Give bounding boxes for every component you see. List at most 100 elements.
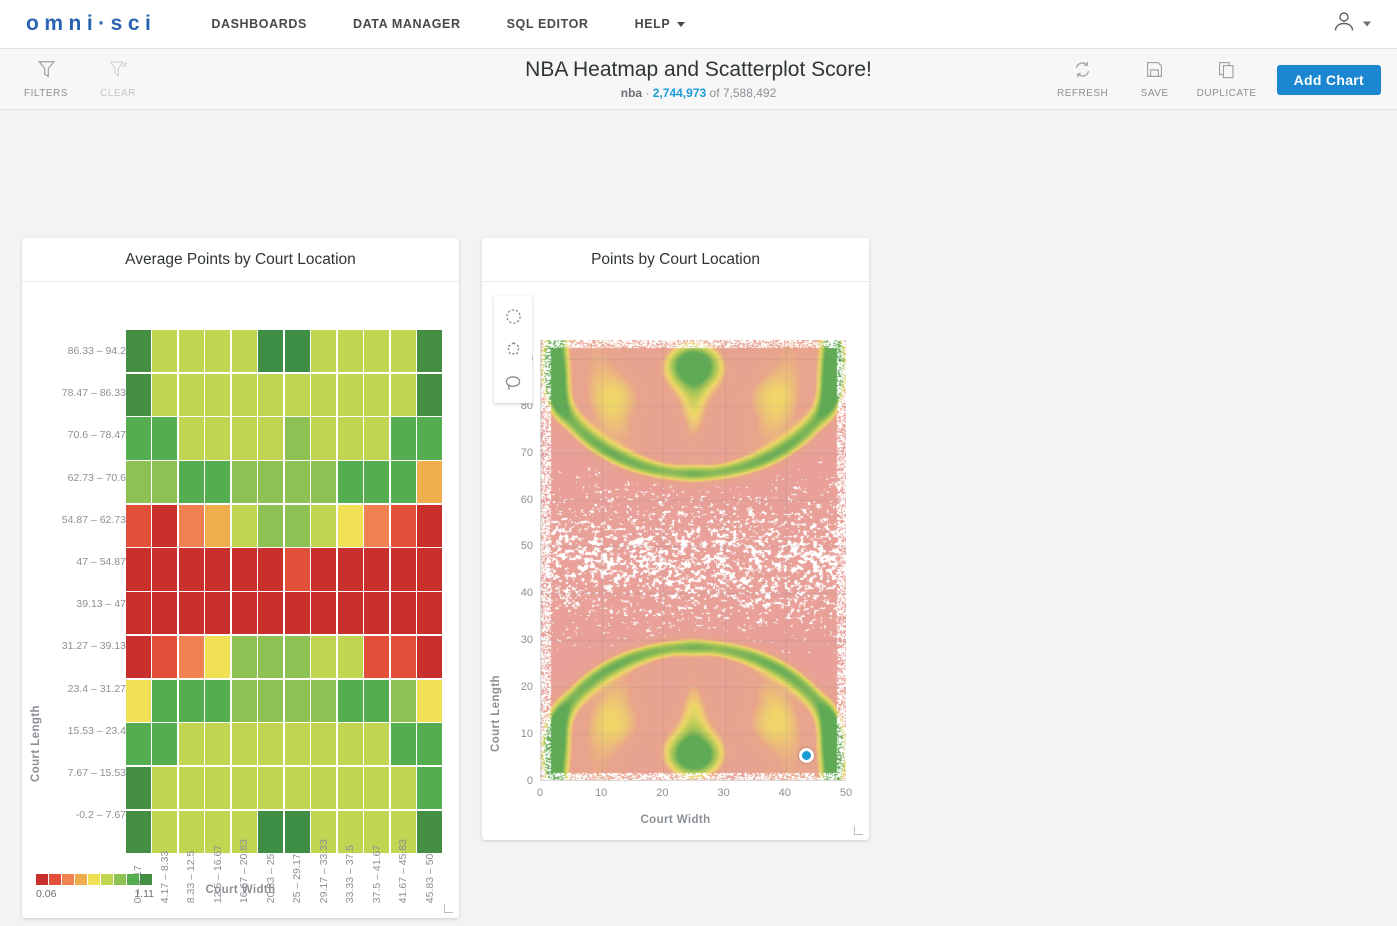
heatmap-cell[interactable] [126, 592, 151, 635]
heatmap-cell[interactable] [284, 373, 310, 416]
heatmap-cell[interactable] [126, 548, 151, 591]
heatmap-plot-area[interactable]: Court Length 86.33 – 94.2 78.47 – 86.33 70… [22, 282, 459, 903]
heatmap-cell[interactable] [178, 461, 204, 504]
heatmap-cell-grid[interactable] [126, 330, 442, 853]
heatmap-cell[interactable] [205, 417, 231, 460]
heatmap-cell[interactable] [390, 723, 416, 766]
heatmap-cell[interactable] [126, 417, 151, 460]
heatmap-cell[interactable] [152, 766, 178, 810]
heatmap-cell[interactable] [152, 548, 178, 591]
heatmap-cell[interactable] [390, 592, 416, 635]
heatmap-cell[interactable] [417, 592, 442, 635]
heatmap-cell[interactable] [178, 592, 204, 635]
heatmap-cell[interactable] [205, 504, 231, 547]
heatmap-cell[interactable] [231, 461, 257, 504]
heatmap-cell[interactable] [284, 461, 310, 504]
heatmap-cell[interactable] [231, 635, 257, 678]
heatmap-cell[interactable] [205, 373, 231, 416]
heatmap-cell[interactable] [337, 330, 363, 373]
lasso-select-icon[interactable] [494, 366, 532, 399]
heatmap-cell[interactable] [126, 679, 151, 722]
heatmap-cell[interactable] [417, 373, 442, 416]
heatmap-cell[interactable] [284, 723, 310, 766]
heatmap-cell[interactable] [178, 679, 204, 722]
heatmap-cell[interactable] [258, 723, 284, 766]
heatmap-cell[interactable] [258, 635, 284, 678]
heatmap-cell[interactable] [178, 373, 204, 416]
heatmap-cell[interactable] [337, 504, 363, 547]
heatmap-cell[interactable] [337, 461, 363, 504]
heatmap-cell[interactable] [152, 461, 178, 504]
heatmap-cell[interactable] [178, 766, 204, 810]
heatmap-cell[interactable] [152, 679, 178, 722]
heatmap-cell[interactable] [258, 504, 284, 547]
heatmap-cell[interactable] [417, 417, 442, 460]
heatmap-cell[interactable] [231, 548, 257, 591]
heatmap-cell[interactable] [364, 461, 390, 504]
heatmap-cell[interactable] [205, 766, 231, 810]
heatmap-cell[interactable] [231, 592, 257, 635]
heatmap-cell[interactable] [152, 417, 178, 460]
heatmap-cell[interactable] [152, 504, 178, 547]
heatmap-cell[interactable] [258, 461, 284, 504]
nav-item-dashboards[interactable]: DASHBOARDS [211, 17, 307, 31]
heatmap-cell[interactable] [364, 766, 390, 810]
filters-button[interactable]: FILTERS [10, 49, 82, 110]
heatmap-cell[interactable] [311, 548, 337, 591]
heatmap-cell[interactable] [311, 679, 337, 722]
heatmap-cell[interactable] [178, 723, 204, 766]
user-menu[interactable] [1332, 10, 1371, 39]
save-button[interactable]: SAVE [1119, 49, 1191, 110]
heatmap-cell[interactable] [178, 548, 204, 591]
heatmap-cell[interactable] [390, 548, 416, 591]
heatmap-cell[interactable] [258, 548, 284, 591]
heatmap-cell[interactable] [284, 635, 310, 678]
heatmap-cell[interactable] [231, 330, 257, 373]
heatmap-cell[interactable] [178, 504, 204, 547]
heatmap-cell[interactable] [258, 592, 284, 635]
heatmap-cell[interactable] [284, 592, 310, 635]
heatmap-cell[interactable] [390, 766, 416, 810]
heatmap-resize-handle[interactable] [444, 904, 453, 913]
heatmap-cell[interactable] [364, 417, 390, 460]
heatmap-cell[interactable] [311, 461, 337, 504]
heatmap-cell[interactable] [337, 679, 363, 722]
heatmap-cell[interactable] [417, 766, 442, 810]
heatmap-cell[interactable] [311, 417, 337, 460]
heatmap-cell[interactable] [417, 548, 442, 591]
heatmap-cell[interactable] [205, 592, 231, 635]
nav-item-help[interactable]: HELP [635, 17, 686, 31]
heatmap-cell[interactable] [417, 461, 442, 504]
heatmap-cell[interactable] [390, 330, 416, 373]
scatter-density-canvas[interactable] [540, 340, 846, 781]
scatter-resize-handle[interactable] [854, 826, 863, 835]
heatmap-cell[interactable] [178, 330, 204, 373]
heatmap-cell[interactable] [284, 504, 310, 547]
heatmap-cell[interactable] [390, 373, 416, 416]
heatmap-cell[interactable] [258, 330, 284, 373]
heatmap-cell[interactable] [337, 373, 363, 416]
heatmap-cell[interactable] [231, 417, 257, 460]
heatmap-cell[interactable] [337, 548, 363, 591]
heatmap-cell[interactable] [258, 679, 284, 722]
heatmap-cell[interactable] [364, 373, 390, 416]
heatmap-cell[interactable] [231, 373, 257, 416]
heatmap-cell[interactable] [284, 766, 310, 810]
heatmap-cell[interactable] [364, 723, 390, 766]
heatmap-cell[interactable] [152, 373, 178, 416]
heatmap-cell[interactable] [417, 679, 442, 722]
refresh-button[interactable]: REFRESH [1047, 49, 1119, 110]
heatmap-cell[interactable] [258, 766, 284, 810]
heatmap-cell[interactable] [337, 417, 363, 460]
heatmap-cell[interactable] [311, 723, 337, 766]
heatmap-cell[interactable] [231, 723, 257, 766]
heatmap-cell[interactable] [178, 417, 204, 460]
heatmap-cell[interactable] [390, 635, 416, 678]
heatmap-cell[interactable] [126, 723, 151, 766]
heatmap-cell[interactable] [417, 635, 442, 678]
clear-button[interactable]: CLEAR [82, 49, 154, 110]
heatmap-cell[interactable] [417, 504, 442, 547]
heatmap-cell[interactable] [417, 723, 442, 766]
heatmap-cell[interactable] [364, 330, 390, 373]
heatmap-cell[interactable] [337, 635, 363, 678]
